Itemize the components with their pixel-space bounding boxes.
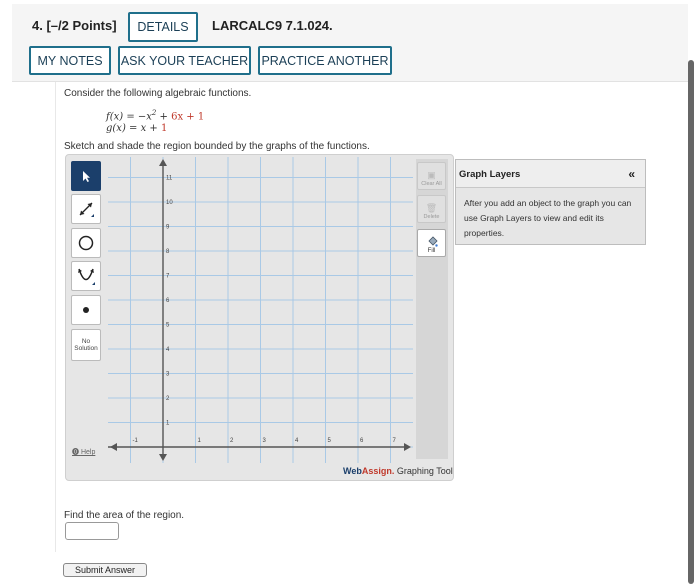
fill-bucket-icon [427, 236, 438, 247]
function-f-lhs: f(x) = −x [106, 111, 152, 123]
function-f-plus: + [156, 111, 172, 123]
x-tick-label: 3 [263, 438, 267, 444]
y-tick-label: 11 [166, 176, 173, 182]
area-answer-input[interactable] [65, 522, 119, 540]
line-tool-button[interactable] [71, 194, 101, 224]
x-tick-label: -1 [133, 438, 139, 444]
x-tick-label: 5 [328, 438, 332, 444]
point-icon [83, 307, 89, 313]
y-tick-label: 1 [166, 421, 170, 427]
trash-icon: 🗑 [425, 203, 438, 213]
brand-suffix: Graphing Tool [394, 466, 453, 476]
my-notes-button[interactable]: MY NOTES [29, 46, 111, 75]
graph-layers-panel: Graph Layers « After you add an object t… [455, 159, 646, 245]
y-tick-label: 5 [166, 323, 170, 329]
graph-canvas[interactable]: -1 1 2 3 4 5 6 7 1 2 3 4 5 6 7 8 9 10 11 [108, 157, 413, 463]
practice-another-button[interactable]: PRACTICE ANOTHER [258, 46, 392, 75]
axes [108, 159, 411, 461]
delete-button[interactable]: 🗑 Delete [417, 195, 446, 223]
x-tick-label: 1 [198, 438, 202, 444]
line-tool-icon [79, 202, 94, 217]
delete-label: Delete [423, 214, 440, 220]
graph-layers-header: Graph Layers « [456, 160, 645, 188]
function-g-term: 1 [160, 123, 168, 134]
clear-all-button[interactable]: ▣ Clear All [417, 162, 446, 190]
fill-label: Fill [427, 248, 436, 254]
graph-layers-message: After you add an object to the graph you… [464, 198, 632, 238]
y-tick-label: 7 [166, 274, 170, 280]
problem-code: LARCALC9 7.1.024. [212, 18, 333, 33]
parabola-tool-button[interactable] [71, 261, 101, 291]
scrollbar[interactable] [688, 60, 694, 584]
parabola-icon [78, 268, 95, 285]
sketch-prompt: Sketch and shade the region bounded by t… [64, 141, 370, 152]
graph-layers-title: Graph Layers [459, 169, 521, 180]
clear-all-icon: ▣ [427, 170, 436, 180]
x-tick-label: 2 [230, 438, 234, 444]
collapse-icon[interactable]: « [628, 167, 635, 181]
point-tool-button[interactable] [71, 295, 101, 325]
problem-prompt: Consider the following algebraic functio… [64, 88, 252, 99]
x-tick-label: 4 [295, 438, 299, 444]
pointer-tool-button[interactable] [71, 161, 101, 191]
function-g-lhs: g(x) = x + [106, 123, 161, 134]
function-f-term: 6x + 1 [171, 111, 205, 123]
no-solution-line-1: No [81, 338, 91, 345]
y-tick-label: 2 [166, 396, 170, 402]
no-solution-line-2: Solution [74, 345, 98, 352]
x-tick-label: 6 [360, 438, 364, 444]
y-tick-label: 3 [166, 372, 170, 378]
help-link[interactable]: ⓿ Help [72, 447, 95, 457]
no-solution-label: No Solution [74, 338, 98, 352]
x-axis-arrow-left [110, 443, 117, 451]
ask-teacher-button[interactable]: ASK YOUR TEACHER [118, 46, 251, 75]
help-icon: ⓿ [72, 449, 81, 456]
clear-all-label: Clear All [421, 181, 442, 187]
y-tick-label: 9 [166, 225, 170, 231]
grid [108, 157, 413, 463]
y-tick-label: 6 [166, 298, 170, 304]
circle-tool-button[interactable] [71, 228, 101, 258]
question-label: 4. [–/2 Points] [32, 18, 117, 33]
brand-web: Web [343, 466, 362, 476]
x-tick-label: 7 [393, 438, 397, 444]
y-axis-arrow [159, 159, 167, 166]
circle-icon [78, 235, 94, 251]
y-tick-label: 8 [166, 249, 170, 255]
fill-button[interactable]: Fill [417, 229, 446, 257]
tick-labels: -1 1 2 3 4 5 6 7 1 2 3 4 5 6 7 8 9 10 11 [133, 176, 397, 445]
area-prompt: Find the area of the region. [64, 510, 185, 521]
y-tick-label: 4 [166, 347, 170, 353]
x-axis-arrow [404, 443, 411, 451]
no-solution-button[interactable]: No Solution [71, 329, 101, 361]
webassign-brand: WebAssign. Graphing Tool [343, 466, 453, 476]
submit-answer-button[interactable]: Submit Answer [63, 563, 147, 577]
brand-assign: Assign. [361, 466, 395, 476]
details-button[interactable]: DETAILS [128, 12, 198, 42]
help-label: Help [80, 449, 96, 456]
function-f: f(x) = −x2 + 6x + 1 [106, 109, 204, 122]
y-tick-label: 10 [166, 200, 173, 206]
y-axis-arrow-down [159, 454, 167, 461]
pointer-icon [83, 171, 90, 182]
function-g: g(x) = x + 1 [106, 123, 167, 134]
